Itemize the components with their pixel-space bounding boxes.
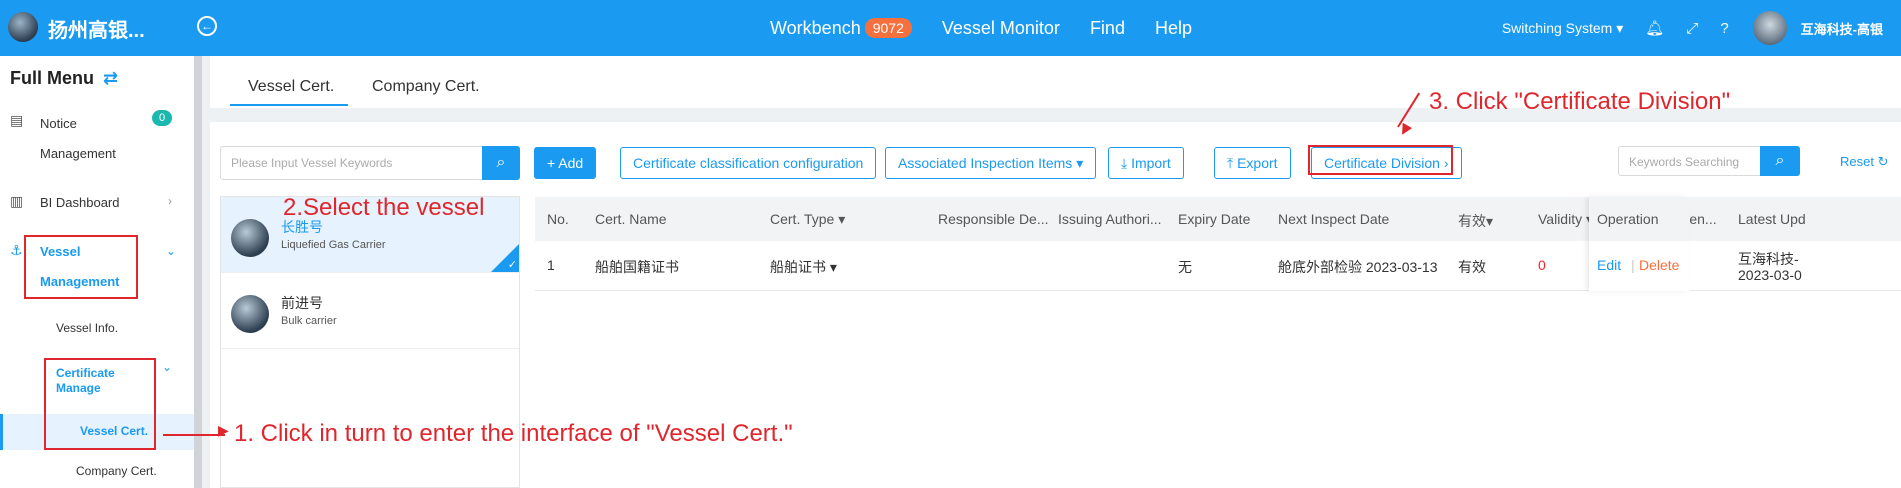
- col-operation: Operation: [1597, 211, 1659, 227]
- cell-cert-name: 船舶国籍证书: [595, 259, 679, 275]
- cell-validity: 0: [1538, 257, 1546, 273]
- fullscreen-icon[interactable]: ⤢: [1686, 20, 1698, 37]
- full-menu-label: Full Menu: [10, 68, 94, 88]
- sidebar-scrollbar[interactable]: [194, 56, 202, 488]
- col-cert-type[interactable]: Cert. Type ▾: [770, 211, 845, 228]
- sidebar-item-notice[interactable]: Notice: [40, 116, 77, 131]
- col-valid[interactable]: 有效▾: [1458, 211, 1493, 231]
- annotation-step2: 2.Select the vessel: [283, 194, 485, 221]
- operation-header: Operation: [1589, 197, 1689, 241]
- bell-icon[interactable]: 🔔︎: [1645, 19, 1664, 37]
- import-label: Import: [1131, 155, 1171, 171]
- cell-latest-update: 互海科技-: [1738, 251, 1799, 267]
- logo-icon: [8, 12, 38, 42]
- delete-link[interactable]: Delete: [1639, 257, 1679, 273]
- top-nav: Workbench 9072 Vessel Monitor Find Help: [770, 0, 1222, 56]
- import-icon: ⤓: [1121, 155, 1132, 171]
- table-header: No. Cert. Name Cert. Type ▾ Responsible …: [535, 197, 1901, 241]
- highlight-box-certificate-division: [1308, 145, 1453, 175]
- switching-system-dropdown[interactable]: Switching System ▾: [1502, 20, 1623, 37]
- notice-badge: 0: [152, 110, 173, 126]
- collapse-menu-icon[interactable]: ←: [197, 16, 217, 36]
- highlight-box-certificate-manage: [44, 358, 156, 450]
- nav-help[interactable]: Help: [1155, 18, 1192, 39]
- col-next-inspect: Next Inspect Date: [1278, 211, 1390, 227]
- top-bar: 扬州高银... ← Workbench 9072 Vessel Monitor …: [0, 0, 1901, 56]
- full-menu-title: Full Menu ⇄: [10, 68, 118, 89]
- help-icon[interactable]: ?: [1720, 20, 1728, 37]
- classification-config-button[interactable]: Certificate classification configuration: [620, 147, 877, 179]
- refresh-icon: ↻: [1877, 154, 1889, 169]
- reset-button[interactable]: Reset ↻: [1840, 154, 1889, 170]
- col-issuing: Issuing Authori...: [1058, 211, 1162, 227]
- table-row[interactable]: 1 船舶国籍证书 船舶证书 ▾ 无 舱底外部检验 2023-03-13 有效 0…: [535, 241, 1901, 291]
- col-cert-name: Cert. Name: [595, 211, 667, 227]
- tab-company-cert[interactable]: Company Cert.: [372, 78, 480, 96]
- book-icon: ▤: [10, 112, 24, 128]
- logo-text: 扬州高银...: [48, 20, 145, 42]
- export-label: Export: [1237, 155, 1278, 171]
- keywords-search-button[interactable]: ⌕: [1760, 146, 1800, 176]
- cell-cert-type[interactable]: 船舶证书 ▾: [770, 257, 837, 277]
- add-button[interactable]: + Add: [534, 147, 597, 179]
- cell-no: 1: [547, 257, 555, 273]
- cell-latest-update-date: 2023-03-0: [1738, 267, 1802, 283]
- user-name[interactable]: 互海科技-高银: [1801, 19, 1883, 38]
- vessel-search-input[interactable]: Please Input Vessel Keywords: [220, 146, 484, 180]
- export-button[interactable]: ⤒ Export: [1214, 147, 1291, 179]
- bar-chart-icon: ▥: [10, 193, 24, 209]
- vessel-name: 前进号: [281, 295, 323, 311]
- sidebar-item-notice-line2[interactable]: Management: [40, 146, 116, 161]
- col-no: No.: [547, 211, 569, 227]
- vessel-type: Bulk carrier: [281, 315, 337, 327]
- tab-active-indicator: [230, 104, 348, 106]
- cert-table: No. Cert. Name Cert. Type ▾ Responsible …: [535, 197, 1901, 291]
- check-icon: ✓: [507, 259, 517, 271]
- sidebar-item-vessel-info[interactable]: Vessel Info.: [56, 321, 118, 335]
- highlight-box-vessel-management: [24, 235, 138, 299]
- col-responsible: Responsible De...: [938, 211, 1049, 227]
- vessel-search-button[interactable]: ⌕: [482, 146, 520, 180]
- tab-vessel-cert[interactable]: Vessel Cert.: [248, 78, 334, 96]
- nav-find[interactable]: Find: [1090, 18, 1125, 39]
- annotation-step3: 3. Click "Certificate Division": [1429, 88, 1731, 115]
- associated-inspection-button[interactable]: Associated Inspection Items ▾: [885, 147, 1097, 179]
- cell-valid: 有效: [1458, 259, 1486, 275]
- cell-expiry: 无: [1178, 259, 1192, 275]
- import-button[interactable]: ⤓ Import: [1108, 147, 1184, 179]
- nav-vessel-monitor[interactable]: Vessel Monitor: [942, 18, 1060, 39]
- sidebar-item-bi-dashboard[interactable]: BI Dashboard: [40, 195, 120, 210]
- vessel-type: Liquefied Gas Carrier: [281, 239, 386, 251]
- vessel-icon: [231, 295, 269, 333]
- arrowhead-icon: ▶: [218, 422, 229, 438]
- col-validity[interactable]: Validity ▾: [1538, 211, 1593, 228]
- link-divider: |: [1631, 257, 1635, 273]
- nav-workbench[interactable]: Workbench 9072: [770, 18, 912, 39]
- keywords-search-input[interactable]: Keywords Searching: [1618, 146, 1762, 176]
- operation-column: Operation Edit | Delete: [1589, 197, 1689, 291]
- sidebar-item-company-cert[interactable]: Company Cert.: [76, 464, 157, 478]
- vessel-icon: [231, 219, 269, 257]
- reset-label: Reset: [1840, 154, 1874, 169]
- nav-workbench-label: Workbench: [770, 17, 861, 38]
- edit-link[interactable]: Edit: [1597, 257, 1621, 273]
- chevron-down-icon: ⌄: [166, 244, 177, 258]
- chevron-down-icon: ⌄: [162, 360, 173, 374]
- top-right: Switching System ▾ 🔔︎ ⤢ ? 互海科技-高银: [1502, 0, 1883, 56]
- cell-next-inspect: 舱底外部检验 2023-03-13: [1278, 259, 1438, 275]
- anchor-icon: ⚓︎: [10, 242, 23, 258]
- annotation-step1: 1. Click in turn to enter the interface …: [234, 420, 793, 447]
- export-icon: ⤒: [1227, 155, 1238, 171]
- vessel-item[interactable]: 前进号 Bulk carrier: [221, 273, 519, 349]
- avatar[interactable]: [1752, 11, 1787, 45]
- col-expiry: Expiry Date: [1178, 211, 1251, 227]
- workbench-badge: 9072: [864, 18, 912, 38]
- col-latest-update: Latest Upd: [1738, 211, 1806, 227]
- swap-icon[interactable]: ⇄: [98, 68, 118, 88]
- chevron-right-icon: ›: [168, 194, 172, 208]
- arrow-step1: [163, 434, 225, 436]
